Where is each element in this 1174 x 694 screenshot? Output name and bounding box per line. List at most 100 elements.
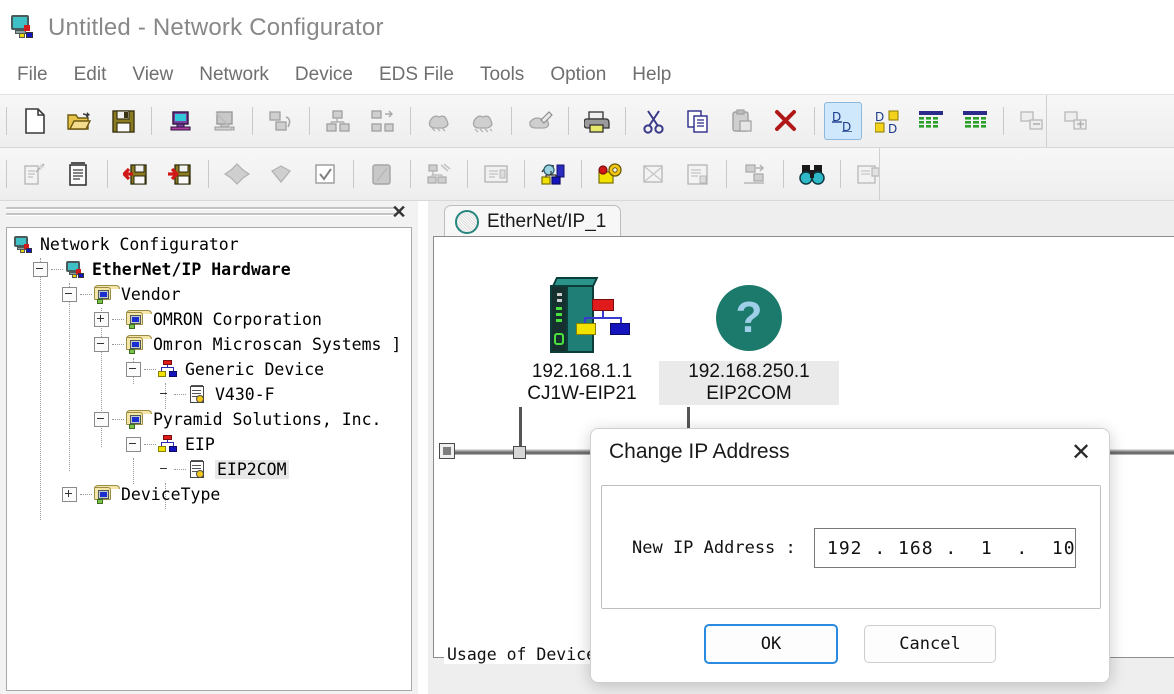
edit-pen-icon (521, 102, 559, 140)
tree-toggle-plus-icon[interactable] (62, 487, 77, 502)
hardware-tree[interactable]: Network Configurator EtherNet/IP Hardwar… (6, 227, 412, 691)
device-node-cj1w-eip21[interactable]: 192.168.1.1 CJ1W-EIP21 (492, 277, 672, 405)
tree-item-ethernetip-hardware[interactable]: EtherNet/IP Hardware (7, 257, 411, 282)
tree-item-omron-corporation[interactable]: OMRON Corporation (7, 307, 411, 332)
toolbar-separator (625, 107, 626, 135)
tree-item-network-configurator[interactable]: Network Configurator (7, 232, 411, 257)
print-icon[interactable] (578, 102, 616, 140)
window-title: Untitled - Network Configurator (48, 14, 384, 41)
tree-guide (80, 493, 92, 496)
tree-item-label: Omron Microscan Systems ] (153, 335, 402, 354)
delete-icon[interactable] (767, 102, 805, 140)
menu-file[interactable]: File (4, 61, 61, 89)
menu-device[interactable]: Device (282, 61, 366, 89)
tree-toggle-minus-icon[interactable] (33, 262, 48, 277)
toolbar-separator (840, 160, 841, 188)
dialog-title: Change IP Address (609, 440, 790, 463)
tree-toggle-minus-icon[interactable] (94, 337, 109, 352)
toolbar-separator (783, 160, 784, 188)
tree-guide (174, 468, 186, 471)
tree-item-omron-microscan-systems[interactable]: Omron Microscan Systems ] (7, 332, 411, 357)
menu-view[interactable]: View (119, 61, 186, 89)
network-icon (158, 359, 180, 380)
dialog-title-bar: Change IP Address (591, 429, 1109, 475)
cut-icon[interactable] (635, 102, 673, 140)
tree-toggle-minus-icon[interactable] (62, 287, 77, 302)
tree-toggle-minus-icon[interactable] (126, 437, 141, 452)
tree-item-v430-f[interactable]: V430-F (7, 382, 411, 407)
tree-item-pyramid-solutions[interactable]: Pyramid Solutions, Inc. (7, 407, 411, 432)
tree-item-generic-device[interactable]: Generic Device (7, 357, 411, 382)
paste-icon (723, 102, 761, 140)
reset-device-icon (635, 155, 673, 193)
tree-toggle-plus-icon[interactable] (94, 312, 109, 327)
tree-toggle-minus-icon[interactable] (126, 362, 141, 377)
list-view-icon[interactable] (912, 102, 950, 140)
tab-label: EtherNet/IP_1 (487, 211, 607, 232)
tree-item-eip[interactable]: EIP (7, 432, 411, 457)
device-parameter-icon[interactable] (60, 155, 98, 193)
toolbar-separator (410, 160, 411, 188)
bus-tap (513, 446, 526, 459)
toolbar-end-divider (1046, 95, 1047, 147)
find-binoculars-icon[interactable] (793, 155, 831, 193)
change-ip-address-dialog: Change IP Address ✕ New IP Address : 192… (590, 428, 1110, 683)
tree-item-label: Vendor (121, 285, 181, 304)
tree-item-label: OMRON Corporation (153, 310, 322, 329)
svg-text:D: D (888, 122, 897, 133)
small-icons-view-icon[interactable]: DD (868, 102, 906, 140)
menu-option[interactable]: Option (537, 61, 619, 89)
new-ip-address-input[interactable]: 192 . 168 . 1 . 10 (814, 528, 1076, 568)
panel-drag-grip[interactable] (6, 207, 396, 217)
tree-item-vendor[interactable]: Vendor (7, 282, 411, 307)
tree-toggle-none (158, 388, 171, 401)
close-icon[interactable]: ✕ (390, 203, 408, 221)
tree-item-label: Pyramid Solutions, Inc. (153, 410, 382, 429)
tree-guide (80, 293, 92, 296)
menu-tools[interactable]: Tools (467, 61, 537, 89)
save-icon[interactable] (104, 102, 142, 140)
open-folder-icon[interactable] (60, 102, 98, 140)
new-ip-address-label: New IP Address : (632, 538, 796, 558)
toolbar-separator (511, 107, 512, 135)
device-monitor-icon (363, 155, 401, 193)
device-ip: 192.168.250.1 (659, 361, 839, 383)
device-setup-icon[interactable] (591, 155, 629, 193)
copy-icon[interactable] (679, 102, 717, 140)
cancel-button[interactable]: Cancel (864, 625, 996, 663)
svg-text:D: D (842, 120, 851, 132)
ok-button[interactable]: OK (704, 624, 838, 664)
new-icon[interactable] (16, 102, 54, 140)
tree-item-label: Generic Device (185, 360, 325, 379)
parameter-download-icon[interactable] (161, 155, 199, 193)
tree-guide (112, 418, 124, 421)
tree-item-label: Network Configurator (40, 235, 239, 254)
device-icon (188, 384, 210, 405)
device-node-eip2com[interactable]: ? 192.168.250.1 EIP2COM (659, 277, 839, 405)
folder-icon (126, 334, 152, 355)
network-icon (158, 434, 180, 455)
menu-help[interactable]: Help (619, 61, 684, 89)
connect-network-icon[interactable] (161, 102, 199, 140)
tree-guide (174, 393, 186, 396)
network-status-icon (420, 155, 458, 193)
tab-ethernetip-1[interactable]: EtherNet/IP_1 (444, 205, 622, 238)
device-report-icon (477, 155, 515, 193)
network-view-icon[interactable] (534, 155, 572, 193)
menu-network[interactable]: Network (186, 61, 282, 89)
tree-item-eip2com[interactable]: EIP2COM (7, 457, 411, 482)
check-device-icon (306, 155, 344, 193)
tree-toggle-minus-icon[interactable] (94, 412, 109, 427)
upload-from-device-icon (363, 102, 401, 140)
toolbar-separator (814, 107, 815, 135)
detail-view-icon[interactable] (956, 102, 994, 140)
large-icons-view-icon[interactable]: DD (824, 102, 862, 140)
tree-item-devicetype[interactable]: DeviceType (7, 482, 411, 507)
close-icon[interactable]: ✕ (1061, 435, 1101, 469)
upload-from-network-icon (262, 102, 300, 140)
parameter-upload-icon[interactable] (117, 155, 155, 193)
toolbar-end-divider (879, 148, 880, 200)
toolbar-separator (208, 160, 209, 188)
menu-edit[interactable]: Edit (61, 61, 120, 89)
menu-eds-file[interactable]: EDS File (366, 61, 467, 89)
